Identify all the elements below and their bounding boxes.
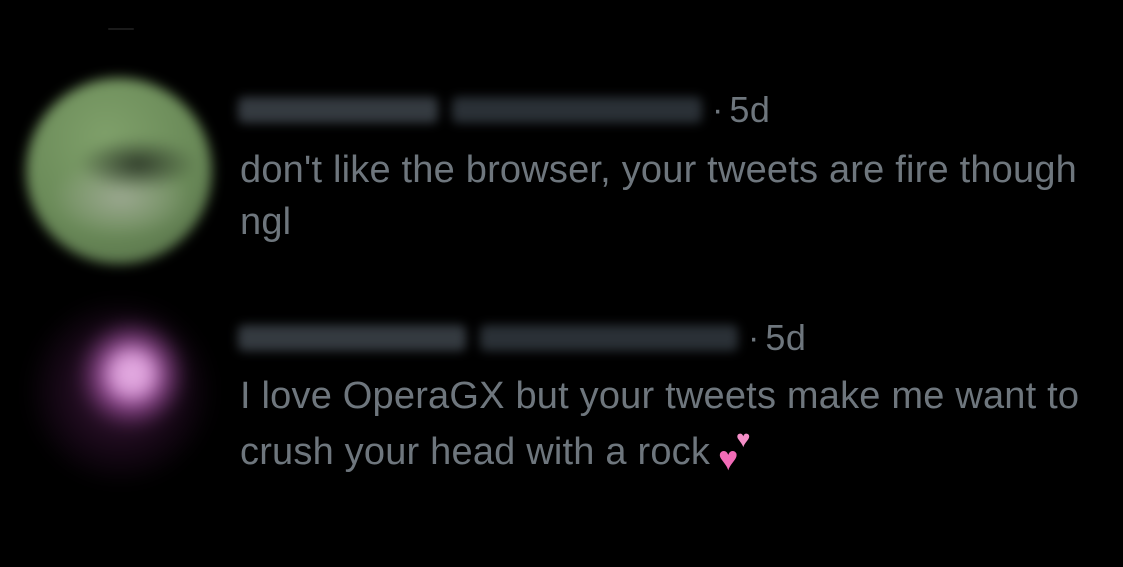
reply-text: don't like the browser, your tweets are … <box>240 149 1078 243</box>
two-hearts-icon: ♥ ♥ <box>718 426 751 478</box>
reply-header: · 5d <box>238 316 806 360</box>
reply-tweet[interactable]: · 5d don't like the browser, your tweets… <box>0 74 1123 274</box>
redacted-username[interactable] <box>238 321 738 355</box>
reply-header: · 5d <box>238 88 770 132</box>
reply-text: I love OperaGX but your tweets make me w… <box>240 375 1080 473</box>
timestamp[interactable]: 5d <box>729 89 770 131</box>
user-avatar[interactable] <box>20 296 220 486</box>
user-avatar[interactable] <box>26 78 212 264</box>
redacted-username[interactable] <box>238 93 702 127</box>
time-separator: · <box>712 90 724 129</box>
reply-text-container: I love OperaGX but your tweets make me w… <box>240 368 1100 480</box>
time-separator: · <box>748 318 760 357</box>
thread-divider <box>108 28 134 30</box>
reply-tweet[interactable]: · 5d I love OperaGX but your tweets make… <box>0 290 1123 490</box>
timestamp[interactable]: 5d <box>765 317 806 359</box>
